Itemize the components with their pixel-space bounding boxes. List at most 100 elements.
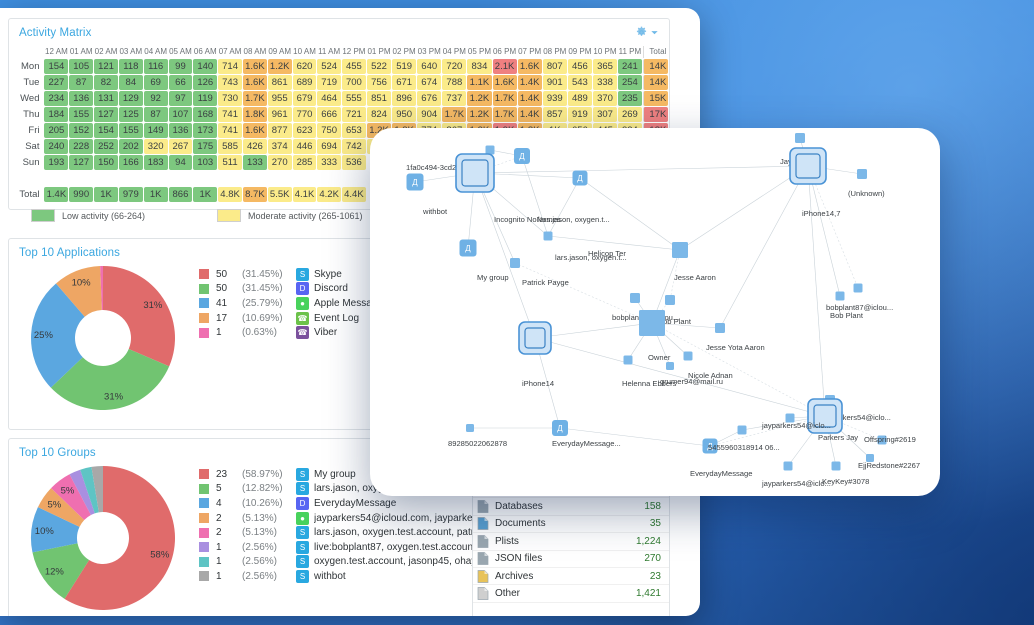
graph-node[interactable]: Дlars.jason, oxygen.t...: [514, 148, 610, 224]
matrix-cell: 150: [94, 155, 118, 170]
matrix-cell: 737: [442, 91, 467, 106]
matrix-cell: 671: [392, 75, 417, 90]
legend-row[interactable]: 1 (2.56%) Soxygen.test.account, jasonp45, …: [199, 555, 495, 570]
matrix-cell: 543: [567, 75, 592, 90]
matrix-cell: 235: [618, 91, 642, 106]
matrix-cell: 1.2K: [467, 107, 492, 122]
contact-node-square: [672, 242, 688, 258]
graph-node[interactable]: iPhone14: [518, 321, 554, 388]
contact-node-square: [715, 323, 725, 333]
matrix-row-header: Sat: [25, 140, 40, 152]
matrix-col-header: 08 AM: [243, 47, 267, 56]
matrix-cell: 851: [366, 91, 392, 106]
legend-name: Event Log: [314, 312, 360, 324]
matrix-cell: 8.7K: [242, 187, 267, 202]
matrix-cell: 1.6K: [517, 59, 542, 74]
file-type-row[interactable]: Other 1,421: [473, 585, 669, 603]
file-type-row[interactable]: JSON files 270: [473, 551, 669, 568]
file-type-row[interactable]: Archives 23: [473, 568, 669, 586]
matrix-cell: 307: [592, 107, 618, 122]
donut-slice-label: 25%: [34, 330, 54, 341]
json-file-icon: [477, 552, 489, 566]
matrix-cell: 267: [168, 139, 193, 154]
contact-node-square: [831, 461, 841, 471]
legend-color-swatch: [199, 542, 209, 553]
file-type-name: Databases: [495, 501, 543, 513]
matrix-cell: 720: [442, 59, 467, 74]
legend-row[interactable]: 1 (2.56%) Swithbot: [199, 569, 495, 584]
matrix-cell: 788: [442, 75, 467, 90]
file-type-count: 1,224: [635, 535, 661, 547]
legend-row[interactable]: 17 (10.69%) ☎ Event Log: [199, 311, 388, 326]
graph-node[interactable]: Patrick Payge: [510, 258, 569, 287]
donut-slice-label: 10%: [72, 277, 92, 288]
matrix-cell: 620: [292, 59, 317, 74]
contact-node-square: [783, 461, 793, 471]
matrix-cell: 252: [94, 139, 118, 154]
skype-icon: S: [296, 569, 309, 583]
matrix-col-header: 07 PM: [518, 47, 542, 56]
graph-node-label: jayparkers54@iclo...: [761, 421, 831, 430]
skype-icon: S: [296, 467, 309, 481]
matrix-cell: 4.2K: [317, 187, 341, 202]
matrix-cell: 456: [567, 59, 592, 74]
legend-row[interactable]: 2 (5.13%) ● jayparkers54@icloud.com, jaypar…: [199, 511, 495, 526]
legend-row[interactable]: 50 (31.45%) D Discord: [199, 282, 388, 297]
matrix-row-header: Fri: [28, 124, 40, 136]
graph-edge: [651, 322, 826, 417]
matrix-cell: 285: [292, 155, 317, 170]
matrix-cell: 127: [69, 155, 94, 170]
graph-node[interactable]: EjjRedstone#2267: [858, 454, 920, 470]
matrix-cell: 896: [392, 91, 417, 106]
donut-slice-label: 31%: [104, 392, 124, 403]
social-graph-canvas[interactable]: 1fa0c494-3cd2-4a...ДwithbotIncognito NoN…: [370, 128, 940, 496]
computer-device-icon: [518, 321, 552, 355]
graph-node-label: grumer94@mail.ru: [660, 377, 723, 386]
legend-label: Moderate activity (265-1061): [248, 210, 363, 221]
matrix-cell: 939: [542, 91, 567, 106]
graph-node[interactable]: Offspring#2619: [864, 435, 916, 445]
matrix-cell: 155: [69, 107, 94, 122]
matrix-cell: 228: [69, 139, 94, 154]
graph-node[interactable]: jayparkers54@iclo...: [761, 461, 831, 489]
matrix-total-header: Total: [642, 46, 668, 58]
legend-row[interactable]: 2 (5.13%) Slars.jason, oxygen.test.account…: [199, 525, 495, 540]
matrix-row-total: 14K: [642, 75, 668, 90]
file-type-row[interactable]: Plists 1,224: [473, 533, 669, 551]
legend-row[interactable]: 1 (2.56%) Slive:bobplant87, oxygen.test.ac…: [199, 540, 495, 555]
file-type-row[interactable]: Databases 158: [473, 498, 669, 516]
legend-percent: (25.79%): [242, 297, 283, 309]
legend-color-swatch: [199, 327, 209, 338]
legend-value: 1: [216, 556, 222, 568]
skype-icon: S: [296, 526, 309, 540]
graph-node[interactable]: Nicole Adnan: [683, 351, 733, 381]
matrix-cell: 1.7K: [492, 107, 517, 122]
graph-node[interactable]: (Unknown): [848, 169, 885, 198]
matrix-cell: 127: [94, 107, 118, 122]
legend-row[interactable]: 4 (10.26%) D EverydayMessage: [199, 496, 495, 511]
matrix-cell: 1.2K: [467, 91, 492, 106]
donut-slice[interactable]: [103, 266, 175, 367]
matrix-row-header: Sun: [22, 156, 40, 168]
contact-node-square: [485, 145, 495, 155]
file-type-row[interactable]: Documents 35: [473, 516, 669, 534]
graph-node[interactable]: 89285022062878: [448, 424, 507, 448]
group-glyph-icon: Д: [519, 152, 525, 161]
social-graph-card[interactable]: 1fa0c494-3cd2-4a... Дwithbot Incognito NoN…: [370, 128, 940, 496]
matrix-cell: 193: [44, 155, 69, 170]
matrix-col-header: 01 PM: [367, 47, 391, 56]
graph-node[interactable]: Jesse Aaron: [672, 242, 716, 282]
activity-matrix-settings-button[interactable]: [635, 26, 659, 39]
legend-row[interactable]: 1 (0.63%) ☎ Viber: [199, 325, 388, 340]
legend-value: 23: [216, 468, 228, 480]
matrix-cell: 97: [168, 91, 193, 106]
matrix-row: Mon 154 105 121 118 116 99 140 714 1.6K 1.2K 620 524…: [16, 59, 668, 74]
legend-row[interactable]: 50 (31.45%) S Skype: [199, 267, 388, 282]
graph-node[interactable]: Incognito NoNames: [455, 153, 561, 224]
file-type-count: 35: [649, 518, 661, 530]
skype-icon: S: [296, 482, 309, 496]
legend-row[interactable]: 41 (25.79%) ● Apple Messages: [199, 296, 388, 311]
matrix-cell: 84: [118, 75, 143, 90]
matrix-col-header: 03 AM: [119, 47, 143, 56]
graph-node[interactable]: iPhone14,7: [789, 147, 840, 218]
